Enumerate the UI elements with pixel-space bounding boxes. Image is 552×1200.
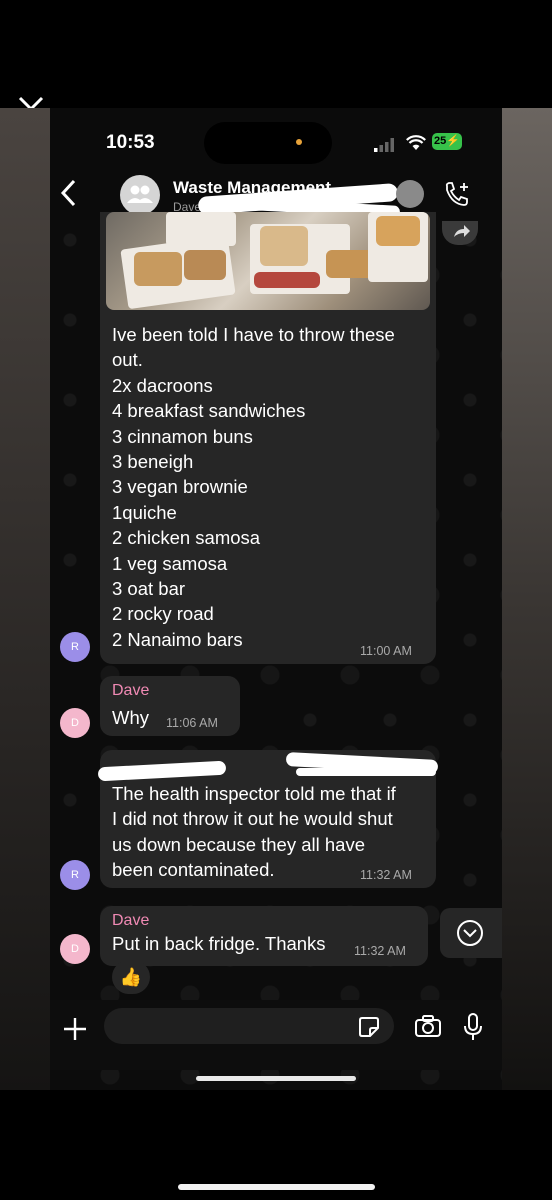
background-left (0, 108, 50, 1090)
battery-level: 25 (434, 135, 447, 147)
message-line: out. (112, 349, 143, 371)
food-photo[interactable] (106, 212, 430, 310)
group-people-icon (127, 185, 153, 203)
share-arrow-icon (454, 225, 470, 237)
phone-screen: 10:53 25⚡ Waste Management Dave Ive been… (50, 108, 502, 1090)
group-avatar[interactable] (120, 175, 160, 215)
message-line: 2 rocky road (112, 603, 214, 625)
message-bubble-incoming[interactable]: The health inspector told me that if I d… (97, 750, 439, 888)
message-line: 3 cinnamon buns (112, 425, 253, 447)
signal-icon (374, 138, 394, 152)
message-text: The health inspector told me that if I d… (112, 781, 396, 883)
status-time: 10:53 (106, 132, 155, 153)
message-text: Why (112, 707, 149, 728)
chevron-down-icon (457, 920, 483, 946)
message-line: The health inspector told me that if (112, 783, 396, 804)
message-bubble-incoming[interactable]: Dave Put in back fridge. Thanks 11:32 AM (100, 906, 428, 966)
message-line: I did not throw it out he would shut (112, 808, 393, 830)
photo-food (376, 216, 420, 246)
message-line: 4 breakfast sandwiches (112, 400, 306, 422)
message-line: 3 beneigh (112, 451, 194, 473)
message-bubble-incoming[interactable]: Ive been told I have to throw these out.… (100, 212, 436, 664)
message-text: Put in back fridge. Thanks (112, 933, 326, 954)
avatar[interactable]: R (60, 632, 90, 662)
sender-name[interactable]: Dave (112, 682, 149, 700)
message-line: 1 veg samosa (112, 552, 228, 574)
wifi-icon (406, 135, 426, 150)
background-right (502, 108, 552, 1090)
outer-home-indicator (178, 1184, 375, 1190)
back-icon[interactable] (58, 178, 80, 208)
photo-food (260, 226, 308, 266)
sticker-icon[interactable] (358, 1016, 380, 1038)
redaction-scribble (97, 760, 227, 782)
message-line: Ive been told I have to throw these (112, 324, 395, 345)
message-text: Ive been told I have to throw these out.… (112, 322, 395, 652)
camera-icon[interactable] (414, 1014, 442, 1038)
photo-food (254, 272, 320, 288)
message-bubble-incoming[interactable]: Dave Why 11:06 AM (100, 676, 240, 736)
redaction-scribble (296, 768, 436, 776)
message-timestamp: 11:32 AM (360, 868, 412, 882)
photo-plate (166, 212, 236, 246)
dynamic-island (204, 122, 332, 164)
avatar[interactable]: D (60, 934, 90, 964)
message-line: been contaminated. (112, 859, 275, 881)
message-line: 3 oat bar (112, 578, 186, 600)
message-input[interactable] (104, 1008, 394, 1044)
plus-icon[interactable] (62, 1016, 88, 1042)
group-info-icon[interactable] (396, 180, 424, 208)
photo-food (134, 252, 182, 286)
photo-food (184, 250, 226, 280)
message-input-bar (50, 1000, 502, 1070)
forward-icon[interactable] (442, 221, 478, 245)
sender-name[interactable]: Dave (112, 912, 149, 930)
add-call-icon[interactable] (442, 180, 472, 210)
avatar[interactable]: D (60, 708, 90, 738)
message-line: 1quiche (112, 501, 177, 523)
avatar[interactable]: R (60, 860, 90, 890)
reaction-thumbs-up[interactable]: 👍 (112, 960, 150, 994)
message-line: 2 chicken samosa (112, 527, 261, 549)
home-indicator (196, 1076, 356, 1081)
microphone-icon[interactable] (462, 1012, 484, 1042)
message-line: 2x dacroons (112, 374, 213, 396)
message-timestamp: 11:32 AM (354, 944, 406, 958)
scroll-to-bottom-button[interactable] (440, 908, 502, 958)
message-line: 3 vegan brownie (112, 476, 248, 498)
battery-icon: 25⚡ (432, 133, 462, 150)
message-timestamp: 11:06 AM (166, 716, 218, 730)
mic-indicator-dot (296, 139, 302, 145)
message-line: 2 Nanaimo bars (112, 628, 243, 650)
message-line: us down because they all have (112, 833, 366, 855)
message-timestamp: 11:00 AM (360, 644, 412, 658)
